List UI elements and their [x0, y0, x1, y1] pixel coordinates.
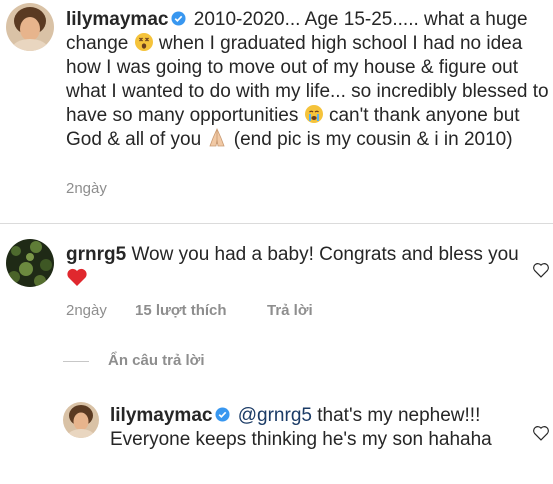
reply-mention-link[interactable]: @grnrg5: [238, 405, 312, 426]
avatar-lilymaymac[interactable]: [6, 3, 54, 51]
comment-body: grnrg5 Wow you had a baby! Congrats and …: [66, 243, 536, 291]
verified-badge-icon: [171, 11, 186, 26]
hide-replies-line: [63, 361, 89, 362]
like-heart-icon[interactable]: [532, 262, 550, 278]
post-username[interactable]: lilymaymac: [66, 9, 168, 30]
comment-text: Wow you had a baby! Congrats and bless y…: [131, 244, 519, 265]
like-heart-icon[interactable]: [532, 425, 550, 441]
reply-username[interactable]: lilymaymac: [110, 405, 212, 426]
avatar-grnrg5[interactable]: [6, 239, 54, 287]
comment-likes-count[interactable]: 15 lượt thích: [135, 302, 227, 319]
avatar-lilymaymac-reply[interactable]: [63, 402, 99, 438]
hide-replies-button[interactable]: Ẩn câu trả lời: [108, 352, 205, 369]
reply-button[interactable]: Trả lời: [267, 302, 313, 319]
caption-part-4: (end pic is my cousin & i in 2010): [233, 129, 513, 150]
crying-face-emoji-icon: [304, 105, 323, 123]
red-heart-emoji-icon: [67, 268, 87, 286]
folded-hands-emoji-icon: [209, 128, 226, 147]
post-caption: lilymaymac 2010-2020... Age 15-25..... w…: [66, 8, 550, 152]
verified-badge-icon: [215, 407, 230, 422]
reply-body: lilymaymac @grnrg5 that's my nephew!!! E…: [110, 404, 520, 452]
comment-timestamp[interactable]: 2ngày: [66, 302, 107, 319]
astonished-face-emoji-icon: [134, 33, 153, 51]
post-timestamp[interactable]: 2ngày: [66, 180, 107, 197]
comment-username[interactable]: grnrg5: [66, 244, 126, 265]
divider: [0, 223, 553, 224]
